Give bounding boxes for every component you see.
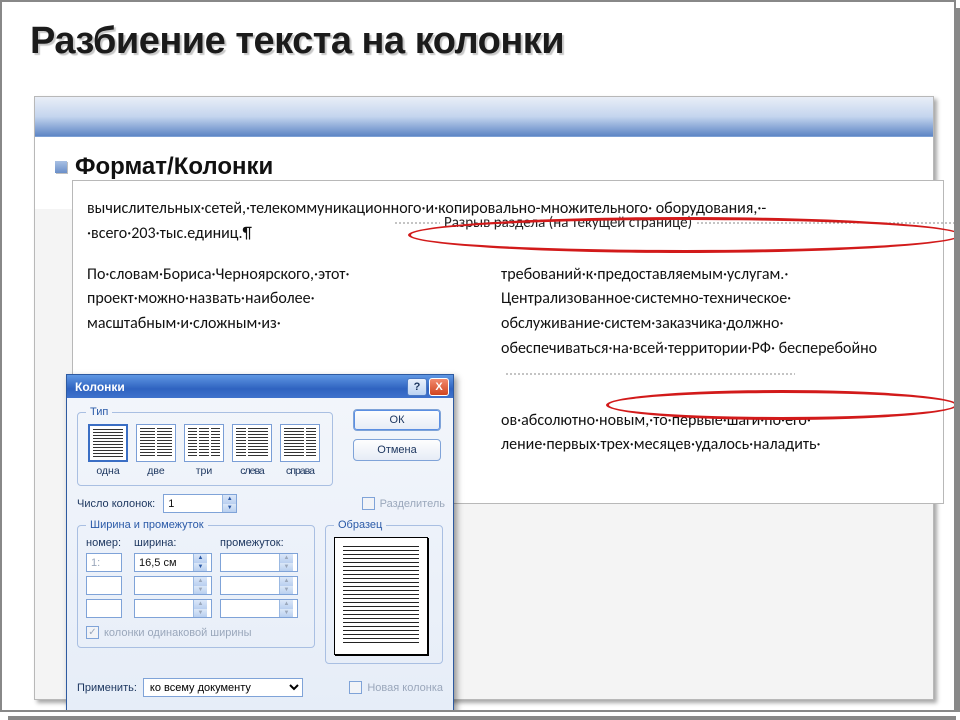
preset-two[interactable]: две — [134, 424, 178, 477]
spinner-down-icon[interactable]: ▼ — [223, 504, 236, 513]
spinner-up-icon[interactable]: ▲ — [223, 495, 236, 504]
preset-right-label: справа — [278, 465, 322, 477]
col-hdr-gap: промежуток: — [220, 537, 298, 549]
row2-num — [86, 576, 122, 595]
doc-column-right: требований·к·предоставляемым·услугам.· Ц… — [501, 263, 911, 459]
checkbox-icon: ✓ — [86, 626, 99, 639]
equal-width-label: колонки одинаковой ширины — [104, 627, 252, 639]
apply-combo[interactable]: ко всему документу — [143, 678, 303, 697]
width-grid: номер: ширина: промежуток: ▲▼ ▲▼ ▲▼ ▲▼ ▲… — [86, 537, 306, 618]
dotted-line-icon — [696, 222, 956, 224]
spinner-up-icon[interactable]: ▲ — [194, 554, 207, 563]
row2-gap: ▲▼ — [220, 576, 298, 595]
new-column-checkbox: Новая колонка — [349, 681, 443, 694]
section-break-label: Разрыв раздела (на текущей странице) — [440, 214, 696, 232]
row1-gap: ▲▼ — [220, 553, 298, 572]
row2-width: ▲▼ — [134, 576, 212, 595]
cancel-button[interactable]: Отмена — [353, 439, 441, 461]
slide: Разбиение текста на колонки Формат/Колон… — [0, 0, 956, 712]
new-column-label: Новая колонка — [367, 682, 443, 694]
preset-left[interactable]: слева — [230, 424, 274, 477]
row3-gap: ▲▼ — [220, 599, 298, 618]
section-break-inline-icon — [505, 373, 795, 375]
num-columns-input[interactable] — [164, 495, 222, 512]
group-width: Ширина и промежуток номер: ширина: проме… — [77, 519, 315, 648]
num-columns-row: Число колонок: ▲▼ Разделитель — [77, 494, 445, 513]
slide-shadow — [956, 8, 960, 712]
dialog-actions: ОК Отмена — [353, 409, 441, 461]
col-hdr-num: номер: — [86, 537, 126, 549]
spinner-down-icon[interactable]: ▼ — [194, 563, 207, 572]
dialog-title: Колонки — [75, 380, 125, 394]
col-hdr-width: ширина: — [134, 537, 212, 549]
row1-num — [86, 553, 122, 572]
dialog-titlebar[interactable]: Колонки ? X — [67, 375, 453, 398]
num-columns-label: Число колонок: — [77, 498, 155, 510]
slide-title: Разбиение текста на колонки — [30, 20, 954, 63]
sample-preview — [334, 537, 428, 655]
group-type-label: Тип — [86, 406, 112, 418]
preset-three-label: три — [182, 465, 226, 477]
preset-two-label: две — [134, 465, 178, 477]
num-columns-spinner[interactable]: ▲▼ — [163, 494, 237, 513]
close-button[interactable]: X — [429, 378, 449, 396]
preset-right[interactable]: справа — [278, 424, 322, 477]
row3-num — [86, 599, 122, 618]
columns-dialog: Колонки ? X ОК Отмена Тип одна — [66, 374, 454, 712]
preset-one[interactable]: одна — [86, 424, 130, 477]
separator-checkbox: Разделитель — [362, 497, 445, 510]
group-width-label: Ширина и промежуток — [86, 519, 208, 531]
bullet-icon — [55, 161, 67, 173]
group-type: Тип одна две три — [77, 406, 333, 486]
bullet-text: Формат/Колонки — [75, 153, 273, 181]
equal-width-checkbox: ✓ колонки одинаковой ширины — [86, 626, 306, 639]
checkbox-icon — [362, 497, 375, 510]
preset-left-label: слева — [230, 465, 274, 477]
apply-row: Применить: ко всему документу Новая коло… — [77, 678, 443, 697]
preset-three[interactable]: три — [182, 424, 226, 477]
slide-shadow — [8, 716, 956, 720]
ok-button[interactable]: ОК — [353, 409, 441, 431]
checkbox-icon — [349, 681, 362, 694]
doc-column-right-top: требований·к·предоставляемым·услугам.· Ц… — [501, 265, 877, 358]
row1-width[interactable]: ▲▼ — [134, 553, 212, 572]
section-break-marker: Разрыв раздела (на текущей странице) — [394, 210, 956, 236]
separator-label: Разделитель — [380, 498, 445, 510]
bullet-line: Формат/Колонки — [55, 153, 911, 181]
doc-column-right-bottom: ов·абсолютно·новым,·то·первые·шаги·по·ег… — [501, 409, 911, 459]
word-titlebar — [35, 97, 933, 137]
apply-label: Применить: — [77, 682, 137, 694]
group-sample: Образец — [325, 519, 443, 664]
dotted-line-icon — [394, 222, 440, 224]
help-button[interactable]: ? — [407, 378, 427, 396]
group-sample-label: Образец — [334, 519, 386, 531]
preset-one-label: одна — [86, 465, 130, 477]
presets-row: одна две три слева — [86, 424, 324, 477]
row3-width: ▲▼ — [134, 599, 212, 618]
